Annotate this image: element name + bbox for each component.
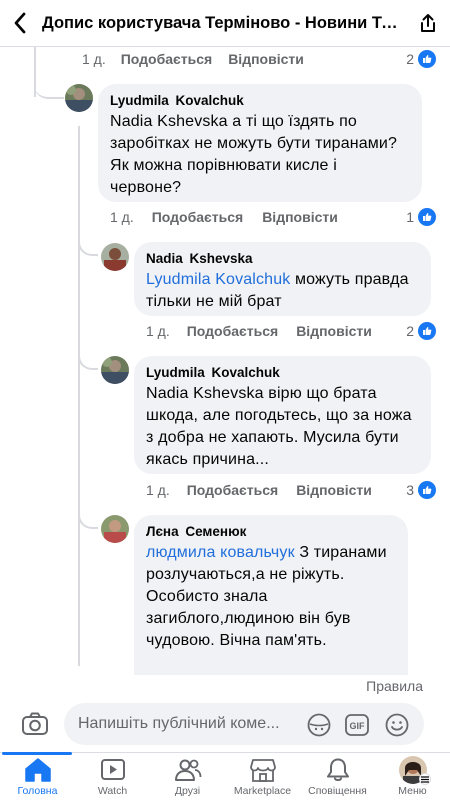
comment-actions: 1 д. Подобається Відповісти [146,480,372,500]
camera-button[interactable] [20,709,50,739]
tab-label: Меню [398,785,427,797]
like-reaction-icon [418,322,436,340]
sticker-button[interactable] [306,712,332,738]
avatar[interactable] [101,356,129,384]
tab-home[interactable]: Головна [0,757,75,800]
reaction-number: 2 [406,323,414,339]
menu-avatar [398,756,431,785]
back-button[interactable] [0,0,40,46]
reaction-count[interactable]: 2 [406,321,436,341]
tab-menu[interactable]: Меню [375,756,450,800]
thread-connector [34,47,64,99]
friends-icon [173,757,203,783]
hamburger-icon [418,773,431,785]
reply-button[interactable]: Відповісти [296,323,372,339]
avatar[interactable] [101,515,129,543]
reaction-count[interactable]: 3 [406,480,436,500]
share-icon [421,14,435,32]
camera-icon [22,712,48,735]
tab-label: Сповіщення [308,785,367,797]
emoji-icon [385,713,409,737]
like-button[interactable]: Подобається [187,482,278,498]
comment-text: Nadia Kshevska а ті що їздять по заробіт… [110,113,398,196]
reaction-count[interactable]: 2 [406,49,436,69]
reaction-number: 1 [406,209,414,225]
comment-bubble[interactable]: Лєна Семенюк людмила ковальчук З тиранам… [134,515,408,675]
tab-notifications[interactable]: Сповіщення [300,757,375,800]
share-button[interactable] [406,0,450,46]
thread-line [78,126,80,666]
comment-bubble[interactable]: Lyudmila Kovalchuk Nadia Kshevska а ті щ… [98,84,422,202]
like-button[interactable]: Подобається [152,209,243,225]
comment-bubble[interactable]: Nadia Kshevska Lyudmila Kovalchuk можуть… [134,242,431,316]
active-tab-indicator [2,752,72,755]
emoji-button[interactable] [384,712,410,738]
reply-button[interactable]: Відповісти [228,51,304,67]
tab-label: Marketplace [233,785,292,797]
tab-watch[interactable]: Watch [75,757,150,800]
comment-time: 1 д. [110,209,134,225]
avatar[interactable] [101,243,129,271]
like-reaction-icon [418,208,436,226]
gif-icon: GIF [345,714,369,736]
comment-author[interactable]: Lyudmila Kovalchuk [146,365,419,380]
reaction-count[interactable]: 1 [406,207,436,227]
comment-time: 1 д. [146,323,170,339]
comment-actions: 1 д. Подобається Відповісти [146,321,372,341]
comment-time: 1 д. [146,482,170,498]
svg-text:GIF: GIF [350,721,366,731]
page-title: Допис користувача Терміново - Новини Тер… [42,13,406,32]
tab-friends[interactable]: Друзі [150,757,225,800]
top-bar: Допис користувача Терміново - Новини Тер… [0,0,450,46]
comment-input[interactable] [64,703,424,745]
gif-button[interactable]: GIF [344,712,370,738]
marketplace-icon [248,757,278,783]
chevron-left-icon [14,12,26,34]
tab-marketplace[interactable]: Marketplace [225,757,300,800]
home-icon [23,757,53,783]
like-button[interactable]: Подобається [187,323,278,339]
comment-time: 1 д. [82,51,106,67]
reaction-number: 3 [406,482,414,498]
like-reaction-icon [418,50,436,68]
comment-actions: 1 д. Подобається Відповісти [82,49,304,69]
comment-text: людмила ковальчук З тиранами розлучаютьс… [146,542,396,652]
comment-author[interactable]: Lyudmila Kovalchuk [110,93,410,108]
mention-link[interactable]: людмила ковальчук [146,544,295,561]
header-divider [0,46,450,47]
reply-button[interactable]: Відповісти [262,209,338,225]
comment-actions: 1 д. Подобається Відповісти [110,207,338,227]
bottom-tab-bar: Головна Watch Друзі Marketplace Сповіщен… [0,752,450,800]
comment-author[interactable]: Nadia Kshevska [146,251,419,266]
thread-connector [78,505,98,529]
mention-link[interactable]: Lyudmila Kovalchuk [146,271,290,288]
comment-bubble[interactable]: Lyudmila Kovalchuk Nadia Kshevska вірю щ… [134,356,431,474]
thread-connector [78,346,98,370]
avatar[interactable] [65,84,93,112]
comment-composer: GIF [0,700,450,750]
like-reaction-icon [418,481,436,499]
like-button[interactable]: Подобається [121,51,212,67]
bell-icon [323,757,353,783]
reply-button[interactable]: Відповісти [296,482,372,498]
sticker-icon [307,713,331,737]
tab-label: Головна [17,785,58,797]
tab-label: Watch [97,785,128,797]
comment-text: Lyudmila Kovalchuk можуть правда тільки … [146,269,419,313]
watch-icon [98,757,128,783]
rules-link[interactable]: Правила [366,678,423,694]
reaction-number: 2 [406,51,414,67]
comment-text: Nadia Kshevska вірю що брата шкода, але … [146,385,412,468]
tab-label: Друзі [174,785,201,797]
comment-author[interactable]: Лєна Семенюк [146,524,396,539]
thread-connector [78,232,98,256]
